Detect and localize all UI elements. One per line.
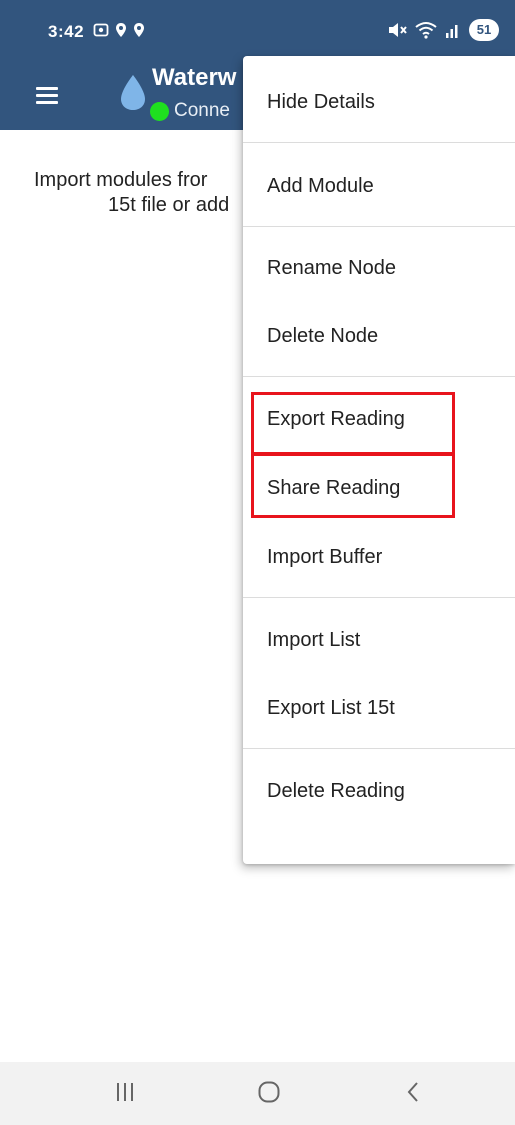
menu-divider [243,748,515,749]
signal-icon [446,25,458,38]
hamburger-menu-icon[interactable] [30,79,64,113]
navigation-bar [0,1062,515,1125]
menu-item-import-buffer[interactable]: Import Buffer [243,527,515,587]
location-icon [134,23,144,37]
water-drop-icon [121,75,145,110]
highlight-box-export-reading [251,392,455,455]
status-time: 3:42 [48,22,85,41]
location-icon [116,23,126,37]
status-bar: 3:42 51 [0,0,515,62]
menu-item-rename-node[interactable]: Rename Node [243,238,515,298]
menu-divider [243,597,515,598]
connection-status-dot [150,102,169,121]
menu-divider [243,226,515,227]
back-icon[interactable] [402,1080,426,1104]
mute-icon [389,23,407,37]
home-icon[interactable] [257,1080,281,1104]
screenshot-icon [93,23,109,37]
menu-divider [243,376,515,377]
recents-icon[interactable] [113,1080,137,1104]
menu-item-export-list[interactable]: Export List 15t [243,678,515,738]
wifi-icon [415,22,437,39]
app-title: Waterw [152,64,237,91]
menu-item-delete-reading[interactable]: Delete Reading [243,761,515,821]
menu-item-hide-details[interactable]: Hide Details [243,72,515,132]
menu-item-add-module[interactable]: Add Module [243,156,515,216]
highlight-box-share-reading [251,453,455,518]
menu-divider [243,142,515,143]
menu-item-delete-node[interactable]: Delete Node [243,306,515,366]
menu-item-import-list[interactable]: Import List [243,610,515,670]
connection-status-text: Conne [174,100,230,121]
battery-level: 51 [469,19,499,41]
